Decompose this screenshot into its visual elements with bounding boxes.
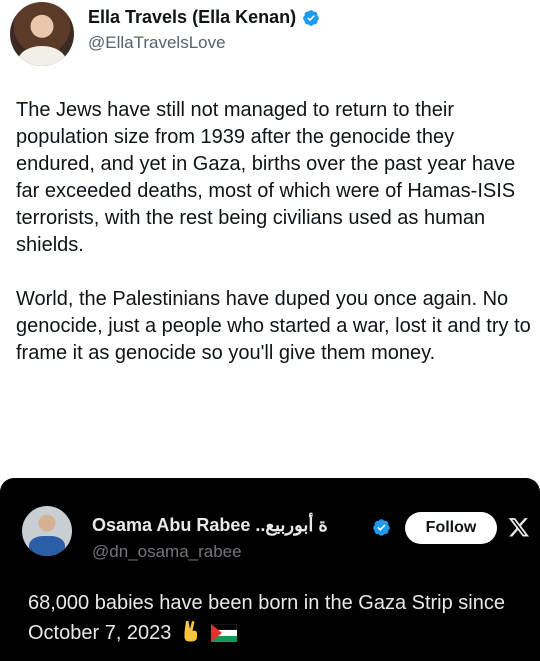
tweet-header: Ella Travels (Ella Kenan) @EllaTravelsLo… <box>0 0 540 70</box>
victory-hand-emoji-icon <box>184 621 197 642</box>
follow-button[interactable]: Follow <box>405 512 497 544</box>
tweet-text: The Jews have still not managed to retur… <box>16 97 536 394</box>
verified-badge-icon <box>303 10 319 26</box>
quoted-tweet[interactable]: Osama Abu Rabee ..ة أبوربيع @dn_osama_ra… <box>0 478 540 661</box>
palestine-flag-emoji-icon <box>210 624 237 642</box>
author-handle[interactable]: @EllaTravelsLove <box>88 33 226 53</box>
quoted-author-display-name[interactable]: Osama Abu Rabee ..ة أبوربيع <box>92 515 328 536</box>
quoted-author-avatar[interactable] <box>22 506 72 556</box>
tweet-paragraph: The Jews have still not managed to retur… <box>16 99 516 256</box>
author-display-name[interactable]: Ella Travels (Ella Kenan) <box>88 7 296 28</box>
avatar-vest <box>29 536 65 556</box>
verified-badge-icon <box>373 519 390 536</box>
author-avatar[interactable] <box>10 2 74 66</box>
tweet-paragraph: World, the Palestinians have duped you o… <box>16 288 531 364</box>
avatar-shoulders <box>18 46 66 66</box>
quoted-tweet-text: 68,000 babies have been born in the Gaza… <box>28 588 528 648</box>
x-logo-icon[interactable] <box>508 516 530 538</box>
quoted-tweet-body: 68,000 babies have been born in the Gaza… <box>28 592 505 644</box>
quoted-author-handle[interactable]: @dn_osama_rabee <box>92 542 242 562</box>
